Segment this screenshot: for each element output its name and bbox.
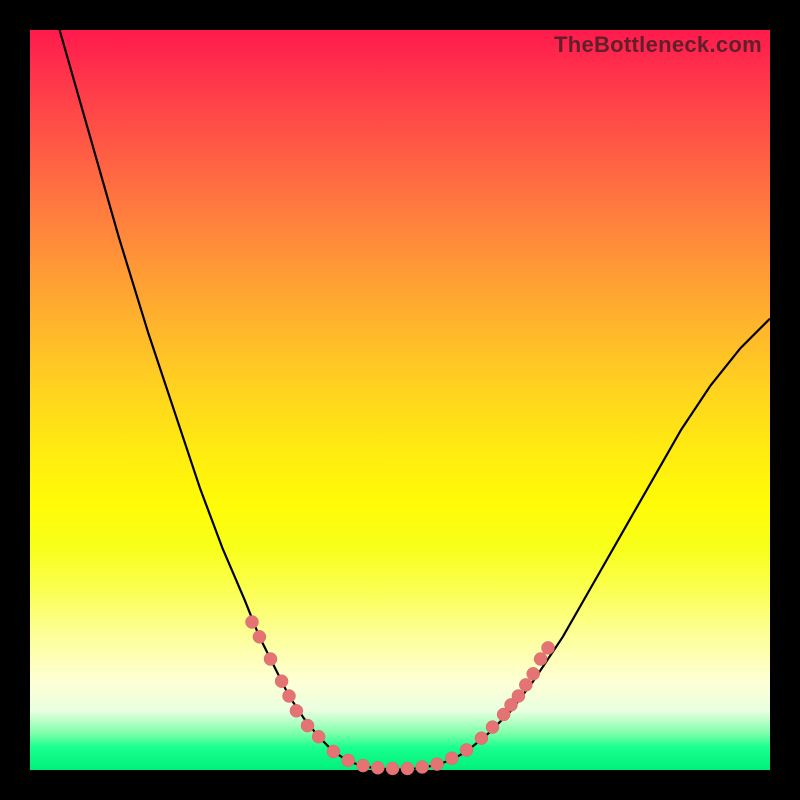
data-point [401,762,414,775]
data-point [534,653,547,666]
data-point [386,762,399,775]
data-point [527,667,540,680]
data-point [275,675,288,688]
data-point [475,732,488,745]
data-point [246,616,259,629]
chart-svg [30,30,770,770]
data-point [486,721,499,734]
data-point [519,678,532,691]
data-point [283,690,296,703]
data-point [290,704,303,717]
data-point [512,690,525,703]
data-point [371,761,384,774]
frame-border: TheBottleneck.com [30,30,770,770]
bottleneck-curve [60,30,770,769]
data-point [253,630,266,643]
data-point [460,744,473,757]
data-point [301,719,314,732]
data-point [327,745,340,758]
data-point [264,653,277,666]
data-point [416,761,429,774]
data-point [542,641,555,654]
data-point [445,752,458,765]
data-points [246,616,555,776]
data-point [357,759,370,772]
data-point [342,754,355,767]
data-point [312,730,325,743]
data-point [431,758,444,771]
